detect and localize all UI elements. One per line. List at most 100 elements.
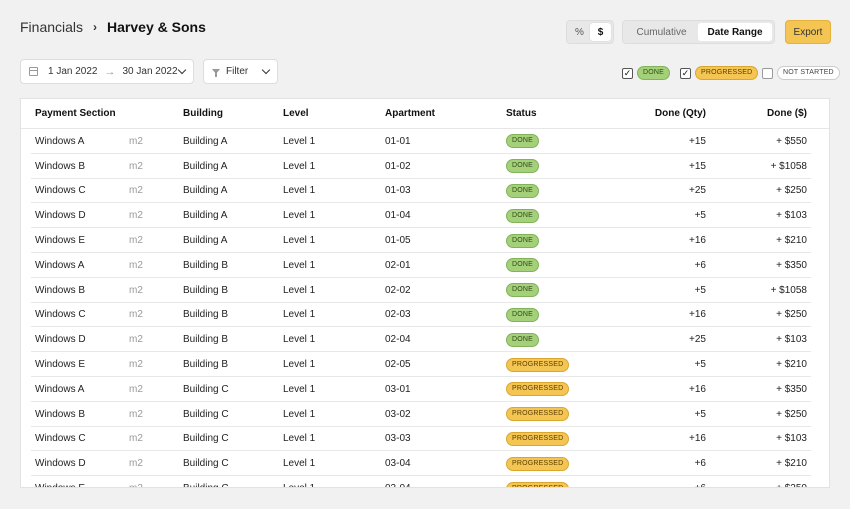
cell-level: Level 1: [283, 483, 315, 487]
cell-unit: m2: [129, 408, 143, 420]
date-range-tab[interactable]: Date Range: [698, 23, 772, 41]
table-row[interactable]: Windows C m2 Building C Level 1 03-03 PROGRES…: [21, 427, 829, 452]
breadcrumb-financials-link[interactable]: Financials: [20, 19, 83, 35]
cumulative-tab[interactable]: Cumulative: [625, 23, 698, 41]
cell-done-qty: +16: [689, 433, 706, 445]
table-row[interactable]: Windows D m2 Building A Level 1 01-04 DONE +5 +…: [21, 203, 829, 228]
status-badge: PROGRESSED: [506, 382, 570, 397]
status-badge: PROGRESSED: [506, 456, 570, 471]
header-done-qty[interactable]: Done (Qty): [655, 108, 706, 119]
cell-building: Building C: [183, 458, 229, 470]
cell-apartment: 02-02: [385, 284, 411, 296]
status-badge: PROGRESSED: [506, 357, 570, 372]
cell-payment-section: Windows E: [35, 359, 86, 371]
cell-building: Building B: [183, 259, 229, 271]
table-row[interactable]: Windows D m2 Building B Level 1 02-04 DONE +25…: [21, 327, 829, 352]
checkbox-done[interactable]: ✓: [622, 67, 633, 79]
header-payment-section[interactable]: Payment Section: [35, 108, 116, 119]
cell-unit: m2: [129, 160, 143, 172]
page-title: Harvey & Sons: [107, 19, 206, 35]
cell-level: Level 1: [283, 135, 316, 147]
cell-done-amount: + $103: [776, 210, 807, 222]
cell-unit: m2: [129, 359, 143, 371]
cell-apartment: 01-03: [385, 185, 411, 197]
filter-icon: [212, 69, 220, 77]
filter-dropdown[interactable]: Filter: [203, 59, 278, 84]
checkbox-not-started[interactable]: [762, 67, 773, 79]
cell-unit: m2: [129, 259, 143, 271]
table-row[interactable]: Windows E m2 Building B Level 1 02-05 PROGRES…: [21, 352, 829, 377]
header-done-amount[interactable]: Done ($): [767, 108, 807, 119]
breadcrumb: Financials › Harvey & Sons: [20, 19, 206, 35]
table-row[interactable]: Windows D m2 Building C Level 1 03-04 PROGRES…: [21, 451, 829, 476]
date-range-picker[interactable]: 1 Jan 2022 → 30 Jan 2022: [20, 59, 194, 84]
cell-done-qty: +15: [689, 135, 706, 147]
cell-apartment: 02-03: [385, 309, 411, 321]
cell-payment-section: Windows E: [35, 483, 85, 487]
status-filter-done[interactable]: ✓ DONE: [622, 66, 671, 80]
header-apartment[interactable]: Apartment: [385, 108, 435, 119]
cell-unit: m2: [129, 309, 143, 321]
status-badge: DONE: [506, 134, 540, 149]
table-row[interactable]: Windows C m2 Building A Level 1 01-03 DONE +25…: [21, 179, 829, 204]
table-row[interactable]: Windows A m2 Building B Level 1 02-01 DONE +6 +…: [21, 253, 829, 278]
table-row[interactable]: Windows B m2 Building C Level 1 03-02 PROGRES…: [21, 402, 829, 427]
filter-label: Filter: [226, 66, 249, 77]
cell-building: Building A: [183, 135, 228, 147]
cell-unit: m2: [129, 135, 143, 147]
cell-payment-section: Windows D: [35, 210, 86, 222]
status-filter-not-started[interactable]: NOT STARTED: [762, 66, 840, 80]
header-level[interactable]: Level: [283, 108, 309, 119]
status-pill-not-started: NOT STARTED: [777, 66, 840, 80]
percent-option[interactable]: %: [569, 23, 590, 41]
status-badge: DONE: [506, 183, 540, 198]
table-row[interactable]: Windows B m2 Building A Level 1 01-02 DONE +15…: [21, 154, 829, 179]
chevron-down-icon: [261, 65, 271, 75]
cell-building: Building C: [183, 383, 229, 395]
cell-level: Level 1: [283, 309, 316, 321]
cell-done-qty: +6: [695, 483, 706, 487]
cell-payment-section: Windows D: [35, 458, 86, 470]
cell-payment-section: Windows A: [35, 383, 85, 395]
cell-level: Level 1: [283, 359, 316, 371]
cell-payment-section: Windows D: [35, 334, 86, 346]
export-button[interactable]: Export: [785, 20, 831, 44]
cell-building: Building B: [183, 359, 229, 371]
status-badge: DONE: [506, 283, 540, 298]
table-row[interactable]: Windows C m2 Building B Level 1 02-03 DONE +16…: [21, 303, 829, 328]
table-row[interactable]: Windows E m2 Building A Level 1 01-05 DONE +16…: [21, 228, 829, 253]
dollar-option[interactable]: $: [590, 23, 611, 41]
cell-done-amount: + $1058: [770, 160, 807, 172]
status-pill-progressed: PROGRESSED: [695, 66, 759, 80]
cell-done-qty: +15: [689, 160, 706, 172]
table-row[interactable]: Windows E m2 Building C Level 1 03-04 PROGRES…: [21, 476, 829, 487]
cell-building: Building A: [183, 210, 228, 222]
cell-done-qty: +16: [689, 309, 706, 321]
cell-done-amount: + $103: [776, 334, 807, 346]
table-body: Windows A m2 Building A Level 1 01-01 DONE +15…: [21, 129, 829, 487]
cell-level: Level 1: [283, 160, 316, 172]
table-row[interactable]: Windows A m2 Building C Level 1 03-01 PROGRES…: [21, 377, 829, 402]
cell-unit: m2: [129, 185, 143, 197]
cell-unit: m2: [129, 210, 143, 222]
cell-done-qty: +16: [689, 383, 706, 395]
cell-payment-section: Windows B: [35, 408, 86, 420]
status-pill-done: DONE: [637, 66, 671, 80]
cell-apartment: 01-02: [385, 160, 411, 172]
cell-apartment: 03-02: [385, 408, 411, 420]
table-row[interactable]: Windows B m2 Building B Level 1 02-02 DONE +5 +…: [21, 278, 829, 303]
cell-unit: m2: [129, 334, 143, 346]
cell-payment-section: Windows E: [35, 235, 86, 247]
table-header: Payment Section Building Level Apartment…: [21, 99, 829, 129]
cell-payment-section: Windows A: [35, 259, 85, 271]
status-filter-progressed[interactable]: ✓ PROGRESSED: [680, 66, 759, 80]
table-row[interactable]: Windows A m2 Building A Level 1 01-01 DONE +15…: [21, 129, 829, 154]
cell-payment-section: Windows C: [35, 185, 86, 197]
checkbox-progressed[interactable]: ✓: [680, 67, 691, 79]
cell-level: Level 1: [283, 284, 316, 296]
cell-apartment: 03-04: [385, 483, 411, 487]
cell-building: Building C: [183, 408, 229, 420]
header-building[interactable]: Building: [183, 108, 223, 119]
header-status[interactable]: Status: [506, 108, 537, 119]
cell-building: Building C: [183, 483, 229, 487]
